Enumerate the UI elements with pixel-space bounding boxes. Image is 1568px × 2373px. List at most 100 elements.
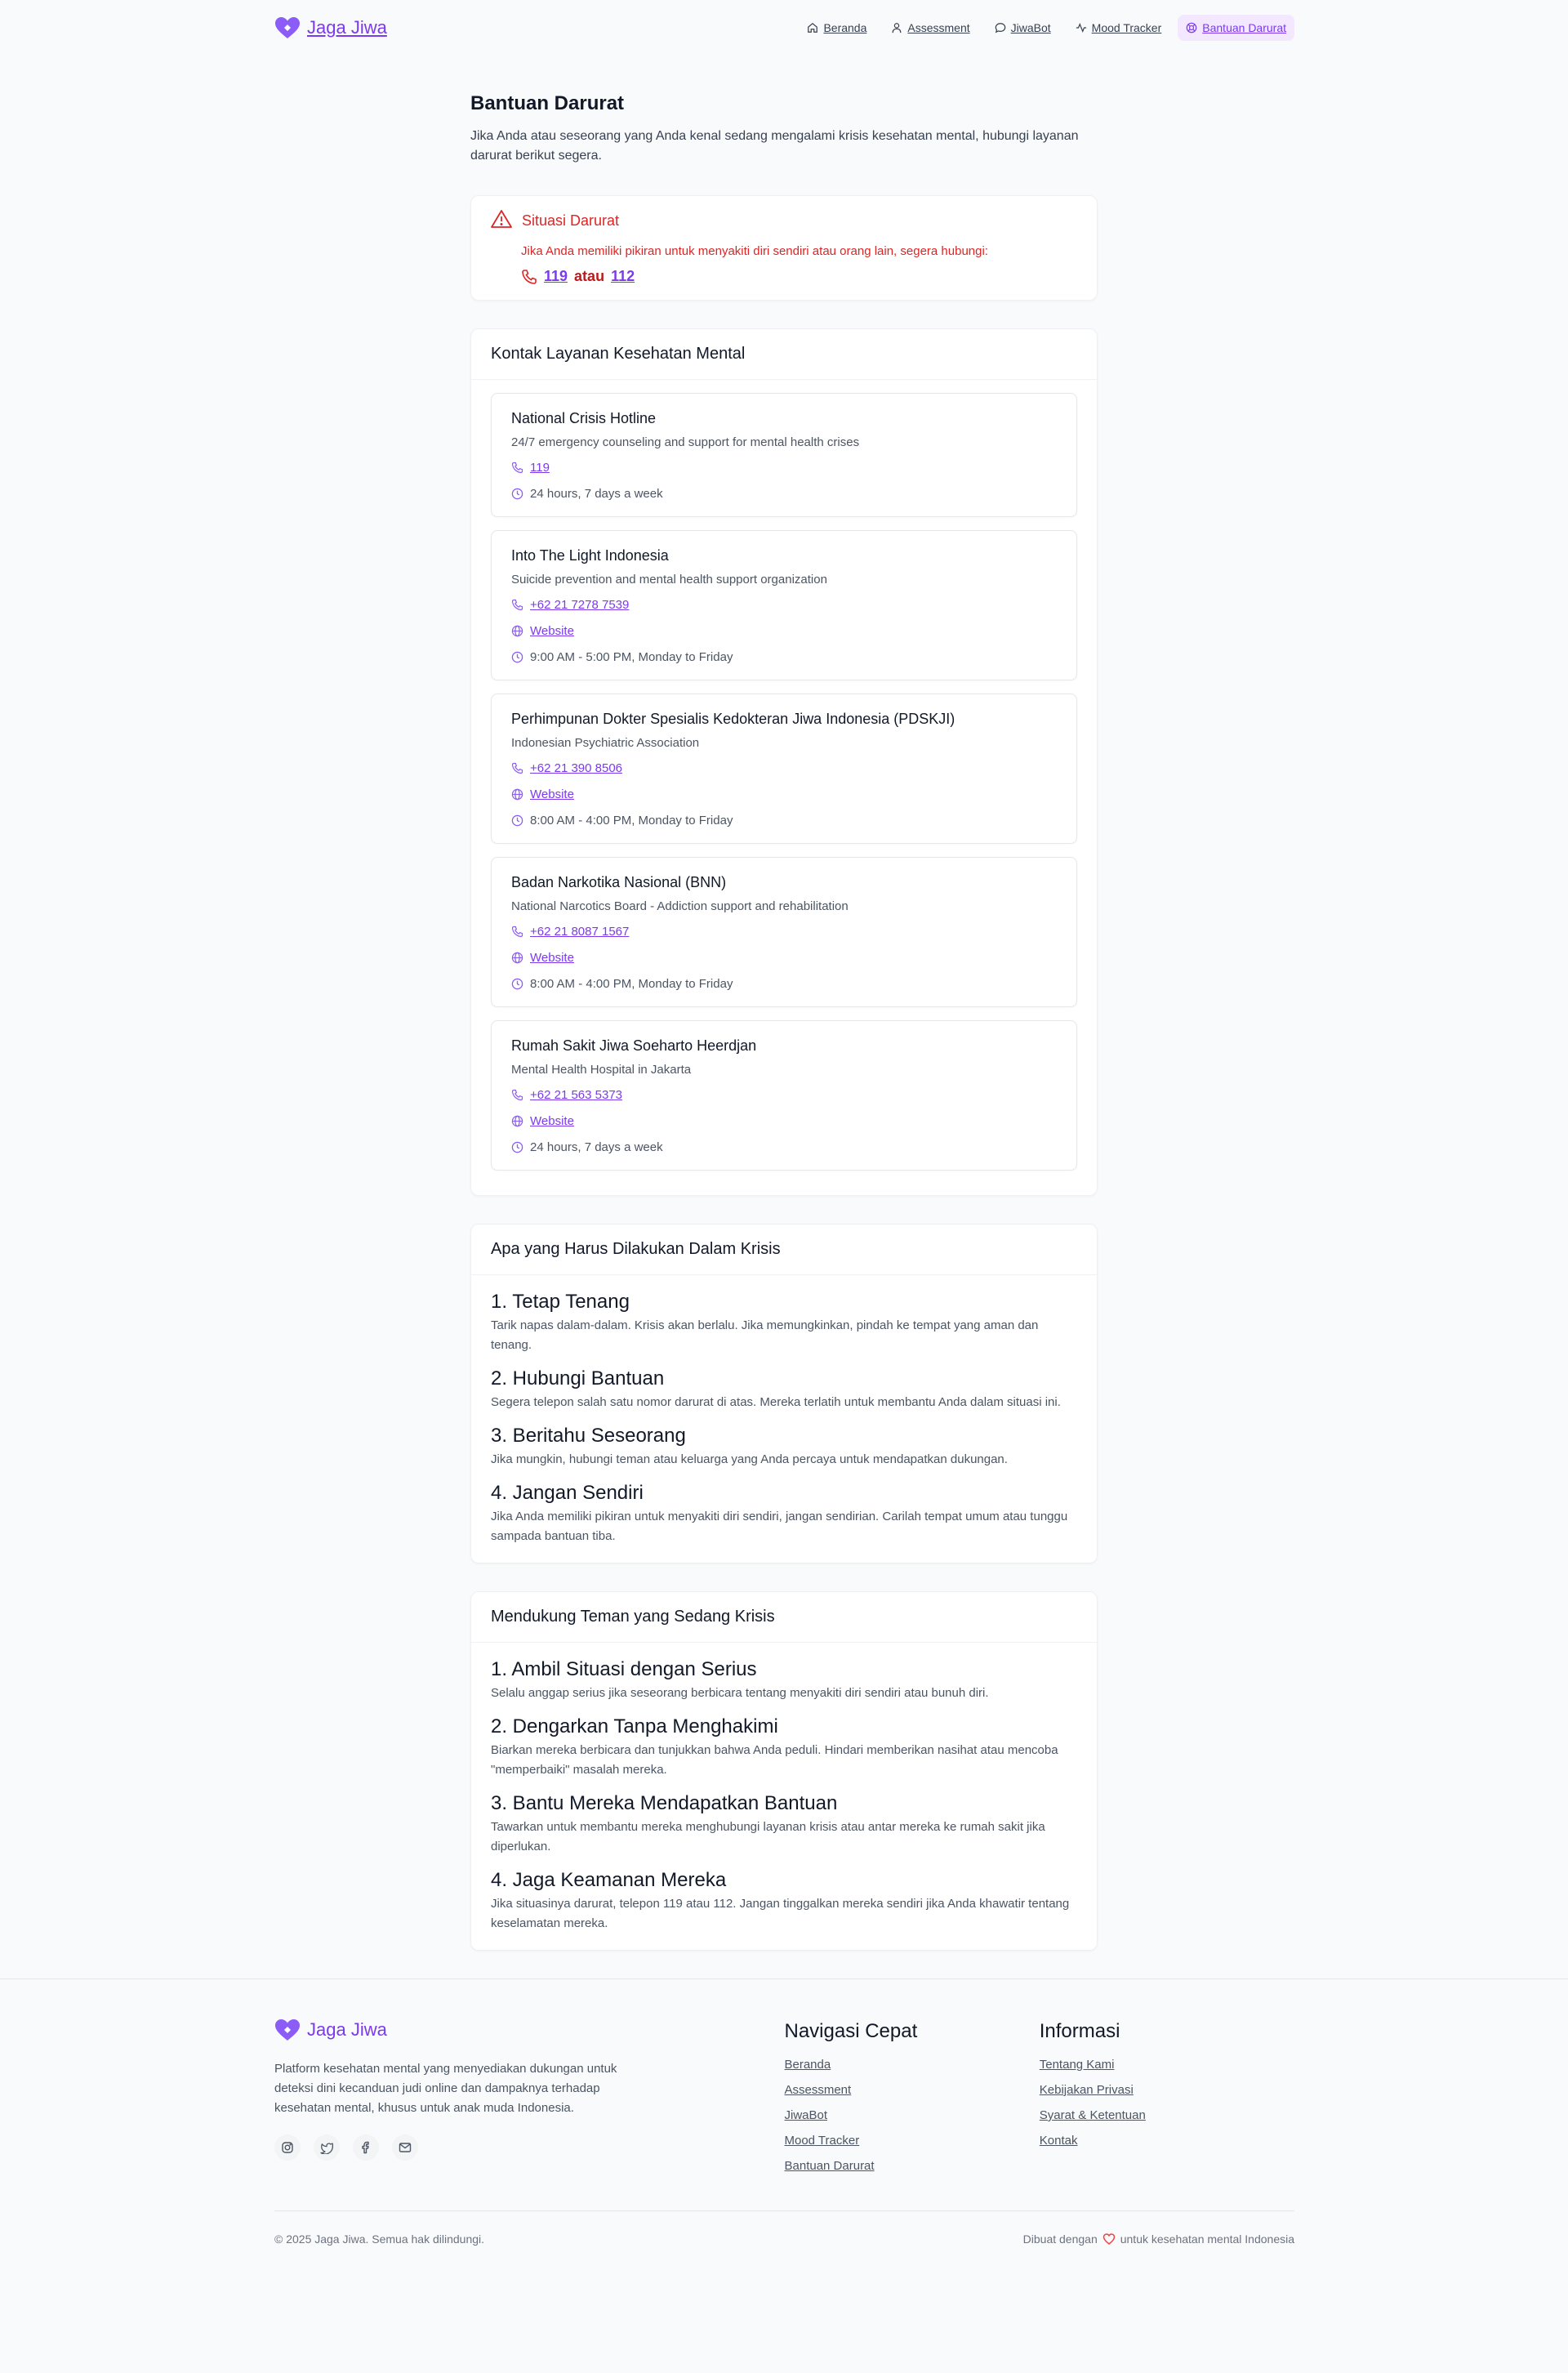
crisis-step: 2. Hubungi Bantuan Segera telepon salah … [491,1367,1077,1412]
contact-phone-link[interactable]: +62 21 563 5373 [530,1088,622,1102]
life-buoy-icon [1186,22,1197,33]
twitter-icon [320,2143,333,2154]
footer-link-bantuan-darurat[interactable]: Bantuan Darurat [785,2159,1040,2173]
nav-item-bantuan-darurat[interactable]: Bantuan Darurat [1178,15,1294,41]
contact-website-link[interactable]: Website [530,951,574,965]
contact-hours: 24 hours, 7 days a week [530,1140,663,1154]
step-text: Biarkan mereka berbicara dan tunjukkan b… [491,1743,1058,1777]
instagram-icon [282,2142,293,2153]
contact-website-link[interactable]: Website [530,787,574,801]
alert-title: Situasi Darurat [522,212,620,229]
nav-item-jiwabot[interactable]: JiwaBot [987,15,1059,41]
phone-icon [522,269,537,284]
contact-phone-link[interactable]: +62 21 8087 1567 [530,925,629,939]
step-text: Jika Anda memiliki pikiran untuk menyaki… [491,1510,1068,1543]
contact-card: Perhimpunan Dokter Spesialis Kedokteran … [491,694,1077,844]
emergency-number-119[interactable]: 119 [544,268,568,285]
contact-hours: 8:00 AM - 4:00 PM, Monday to Friday [530,976,733,991]
contact-description: Mental Health Hospital in Jakarta [511,1063,692,1077]
twitter-link[interactable] [314,2134,340,2161]
contact-website-link[interactable]: Website [530,624,574,638]
top-nav: Jaga Jiwa Beranda Assessment JiwaBot Moo… [0,0,1568,56]
globe-icon [511,952,523,963]
contact-phone-link[interactable]: +62 21 7278 7539 [530,598,629,612]
step-title: 2. Hubungi Bantuan [491,1367,665,1389]
footer-link-kebijakan-privasi[interactable]: Kebijakan Privasi [1040,2083,1294,2097]
footer-link-syarat-ketentuan[interactable]: Syarat & Ketentuan [1040,2108,1294,2122]
clock-icon [511,488,523,499]
footer-link-kontak[interactable]: Kontak [1040,2134,1294,2148]
footer-info-title: Informasi [1039,2020,1120,2042]
contact-name: Into The Light Indonesia [511,547,669,564]
footer-link-mood-tracker[interactable]: Mood Tracker [785,2134,1040,2148]
emergency-number-112[interactable]: 112 [611,268,635,285]
heart-logo-icon [275,17,300,38]
brand-name: Jaga Jiwa [307,17,387,38]
contact-description: 24/7 emergency counseling and support fo… [511,435,860,449]
brand-logo-link[interactable]: Jaga Jiwa [274,16,387,39]
footer-link-jiwabot[interactable]: JiwaBot [785,2108,1040,2122]
step-title: 2. Dengarkan Tanpa Menghakimi [491,1715,778,1737]
clock-icon [511,814,523,826]
step-title: 4. Jangan Sendiri [491,1482,644,1504]
contact-description: Suicide prevention and mental health sup… [511,573,827,587]
nav-item-beranda[interactable]: Beranda [799,15,875,41]
step-text: Jika mungkin, hubungi teman atau keluarg… [491,1452,1008,1466]
globe-icon [511,1115,523,1126]
footer-description: Platform kesehatan mental yang menyediak… [274,2062,617,2115]
instagram-link[interactable] [274,2134,301,2161]
phone-icon [511,762,523,774]
emergency-alert: Situasi Darurat Jika Anda memiliki pikir… [470,195,1098,301]
contact-name: National Crisis Hotline [511,410,657,426]
nav-item-mood-tracker[interactable]: Mood Tracker [1067,15,1170,41]
support-step: 4. Jaga Keamanan Mereka Jika situasinya … [491,1868,1077,1934]
footer-link-beranda[interactable]: Beranda [785,2058,1040,2072]
footer-link-tentang-kami[interactable]: Tentang Kami [1040,2058,1294,2072]
nav-item-assessment[interactable]: Assessment [883,15,978,41]
phone-icon [511,599,523,610]
support-step: 2. Dengarkan Tanpa Menghakimi Biarkan me… [491,1715,1077,1780]
social-links [274,2134,785,2161]
crisis-title: Apa yang Harus Dilakukan Dalam Krisis [471,1224,1097,1275]
step-title: 4. Jaga Keamanan Mereka [491,1869,727,1891]
page-title: Bantuan Darurat [470,92,625,114]
footer-link-assessment[interactable]: Assessment [785,2083,1040,2097]
contact-card: Badan Narkotika Nasional (BNN) National … [491,857,1077,1007]
nav-links: Beranda Assessment JiwaBot Mood Tracker … [799,15,1294,41]
emergency-numbers: 119 atau 112 [521,268,1077,285]
crisis-step: 3. Beritahu Seseorang Jika mungkin, hubu… [491,1424,1077,1470]
contact-hours: 9:00 AM - 5:00 PM, Monday to Friday [530,649,733,664]
copyright: © 2025 Jaga Jiwa. Semua hak dilindungi. [274,2232,485,2246]
message-icon [995,23,1005,33]
contacts-title: Kontak Layanan Kesehatan Mental [471,329,1097,380]
footer-bottom-bar: © 2025 Jaga Jiwa. Semua hak dilindungi. … [274,2210,1294,2266]
step-title: 1. Tetap Tenang [491,1291,630,1313]
contact-card: National Crisis Hotline 24/7 emergency c… [491,393,1077,517]
contact-phone-link[interactable]: 119 [530,461,550,475]
contact-website-link[interactable]: Website [530,1114,574,1128]
contact-hours: 8:00 AM - 4:00 PM, Monday to Friday [530,813,733,827]
footer-about: Jaga Jiwa Platform kesehatan mental yang… [274,2018,785,2184]
facebook-link[interactable] [353,2134,379,2161]
user-icon [892,23,902,33]
support-step: 3. Bantu Mereka Mendapatkan Bantuan Tawa… [491,1791,1077,1857]
step-text: Segera telepon salah satu nomor darurat … [491,1395,1061,1409]
footer-quick-nav: Navigasi Cepat Beranda Assessment JiwaBo… [785,2018,1040,2184]
step-title: 1. Ambil Situasi dengan Serius [491,1658,757,1680]
footer: Jaga Jiwa Platform kesehatan mental yang… [0,1978,1568,2266]
contacts-list: National Crisis Hotline 24/7 emergency c… [471,380,1097,1195]
mail-link[interactable] [392,2134,418,2161]
contacts-section: Kontak Layanan Kesehatan Mental National… [470,328,1098,1196]
contact-card: Rumah Sakit Jiwa Soeharto Heerdjan Menta… [491,1020,1077,1171]
made-with-love: Dibuat dengan untuk kesehatan mental Ind… [1022,2232,1294,2246]
clock-icon [511,651,523,662]
clock-icon [511,1141,523,1153]
contact-phone-link[interactable]: +62 21 390 8506 [530,761,622,775]
contact-name: Rumah Sakit Jiwa Soeharto Heerdjan [511,1037,757,1054]
step-title: 3. Beritahu Seseorang [491,1425,686,1447]
contact-description: National Narcotics Board - Addiction sup… [511,899,849,913]
crisis-steps-section: Apa yang Harus Dilakukan Dalam Krisis 1.… [470,1224,1098,1563]
contact-card: Into The Light Indonesia Suicide prevent… [491,530,1077,680]
contact-name: Perhimpunan Dokter Spesialis Kedokteran … [511,711,956,727]
contact-description: Indonesian Psychiatric Association [511,736,700,750]
